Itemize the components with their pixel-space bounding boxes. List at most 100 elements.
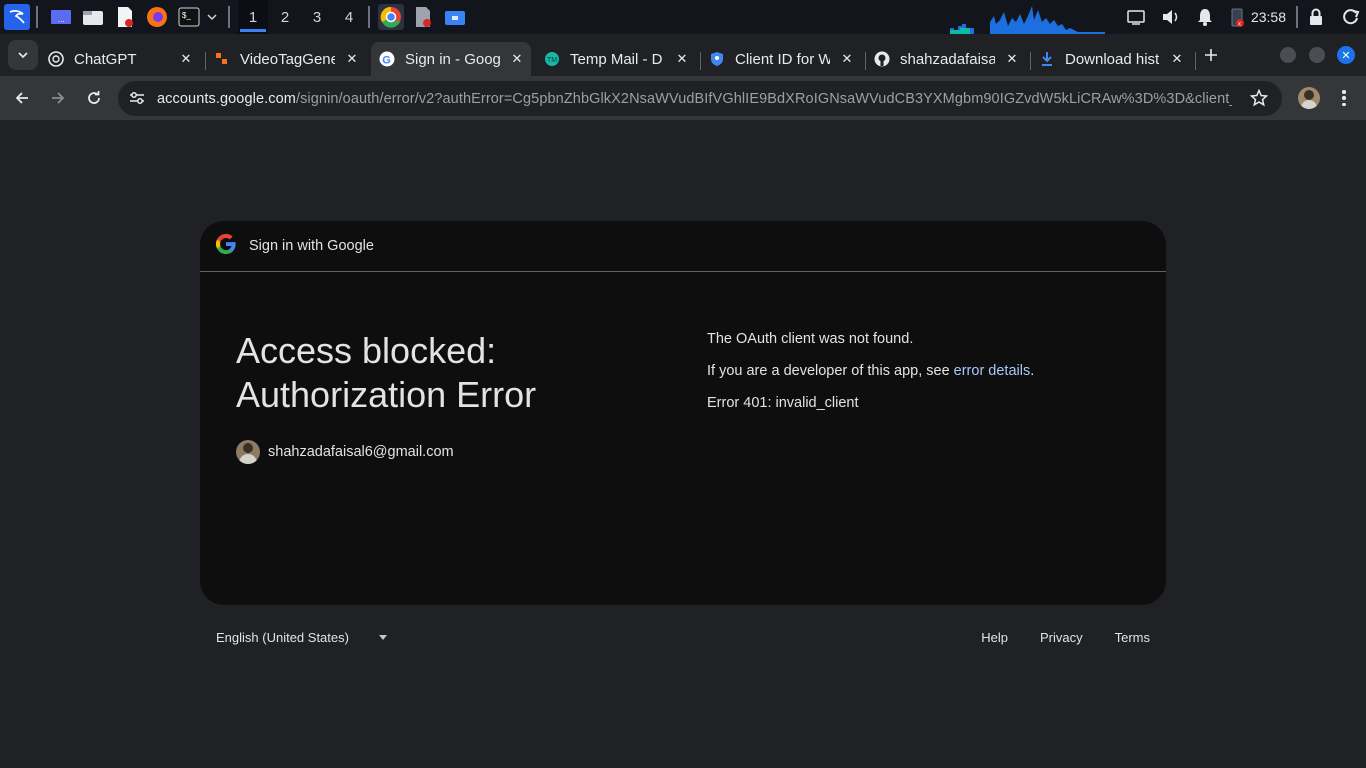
account-chip[interactable]: shahzadafaisal6@gmail.com	[236, 440, 454, 464]
tempmail-icon: TM	[544, 51, 560, 67]
battery-icon[interactable]: x	[1229, 6, 1245, 28]
close-icon[interactable]: ✕	[1002, 49, 1022, 69]
profile-avatar[interactable]	[1298, 87, 1320, 109]
tab-sign-in-google[interactable]: G Sign in - Goog ✕	[371, 42, 531, 76]
error-details-link[interactable]: error details	[954, 363, 1031, 379]
svg-text:TM: TM	[547, 57, 557, 64]
tab-client-id[interactable]: Client ID for W ✕	[701, 42, 861, 76]
url-host: accounts.google.com	[157, 90, 296, 107]
tab-label: ChatGPT	[74, 50, 137, 68]
reload-icon	[88, 91, 100, 104]
svg-text:x: x	[1238, 22, 1241, 28]
url-text[interactable]: accounts.google.com/signin/oauth/error/v…	[157, 91, 1232, 107]
caret-down-icon	[378, 634, 387, 640]
firefox-icon[interactable]	[144, 4, 170, 30]
tab-videotaggene[interactable]: VideoTagGene ✕	[206, 42, 366, 76]
close-icon[interactable]: ✕	[672, 49, 692, 69]
os-taskbar: ... $_ 1 2 3 4 x 23:58	[0, 0, 1366, 34]
tab-label: Temp Mail - D	[570, 50, 663, 68]
file-manager-icon[interactable]	[80, 4, 106, 30]
svg-text:G: G	[382, 55, 391, 67]
menu-kebab-icon[interactable]	[1336, 88, 1352, 108]
new-tab-button[interactable]	[1200, 44, 1222, 66]
minimize-button[interactable]	[1280, 47, 1296, 63]
volume-icon[interactable]	[1161, 8, 1181, 26]
chrome-icon[interactable]	[378, 4, 404, 30]
document-viewer-icon[interactable]	[410, 4, 436, 30]
reload-button[interactable]	[78, 82, 110, 114]
page-footer: English (United States) Help Privacy Ter…	[200, 620, 1166, 654]
show-desktop-icon[interactable]: ...	[48, 4, 74, 30]
title-line-1: Access blocked:	[236, 330, 497, 371]
address-bar[interactable]: accounts.google.com/signin/oauth/error/v…	[118, 81, 1282, 116]
tab-label: Sign in - Goog	[405, 50, 500, 68]
text-editor-icon[interactable]	[112, 4, 138, 30]
message-prefix: If you are a developer of this app, see	[707, 363, 954, 379]
language-label: English (United States)	[216, 629, 349, 645]
folder-app-icon[interactable]	[442, 4, 468, 30]
message-suffix: .	[1030, 363, 1035, 379]
chatgpt-icon	[48, 51, 64, 67]
close-icon[interactable]: ✕	[342, 49, 362, 69]
workspace-1[interactable]: 1	[238, 0, 268, 34]
screen-icon[interactable]	[1127, 9, 1145, 25]
forward-button[interactable]	[42, 82, 74, 114]
language-selector[interactable]: English (United States)	[216, 630, 387, 645]
tab-temp-mail[interactable]: TM Temp Mail - D ✕	[536, 42, 696, 76]
terminal-icon[interactable]: $_	[176, 4, 202, 30]
avatar	[236, 440, 260, 464]
shield-icon	[709, 51, 725, 67]
signin-error-card: Sign in with Google Access blocked: Auth…	[200, 221, 1166, 605]
arrow-right-icon	[52, 92, 65, 104]
google-icon: G	[379, 51, 395, 67]
error-message-2: If you are a developer of this app, see …	[707, 363, 1034, 379]
close-window-button[interactable]: ✕	[1337, 46, 1355, 64]
error-message-1: The OAuth client was not found.	[707, 331, 914, 347]
page-title: Access blocked: Authorization Error	[236, 329, 536, 417]
svg-text:$_: $_	[182, 11, 191, 20]
network-activity-graph	[950, 6, 1105, 34]
logout-icon[interactable]	[1342, 8, 1360, 26]
url-path: /signin/oauth/error/v2?authError=Cg5pbnZ…	[295, 90, 1232, 107]
bookmark-star-icon[interactable]	[1249, 88, 1269, 112]
svg-text:...: ...	[58, 15, 65, 24]
close-icon[interactable]: ✕	[1167, 49, 1187, 69]
close-icon[interactable]: ✕	[176, 49, 196, 69]
kali-menu-icon[interactable]	[4, 4, 30, 30]
workspace-4[interactable]: 4	[334, 0, 364, 34]
download-icon	[1039, 51, 1055, 67]
privacy-link[interactable]: Privacy	[1040, 630, 1083, 645]
browser-tabstrip: ChatGPT ✕ VideoTagGene ✕ G Sign in - Goo…	[0, 34, 1366, 76]
plus-icon	[1205, 49, 1217, 61]
notification-bell-icon[interactable]	[1197, 8, 1213, 26]
tab-label: VideoTagGene	[240, 50, 335, 68]
site-info-icon[interactable]	[128, 90, 146, 111]
chevron-down-icon[interactable]	[204, 4, 220, 30]
card-header: Sign in with Google	[200, 221, 1166, 272]
tab-github[interactable]: shahzadafaisa ✕	[866, 42, 1026, 76]
google-logo-icon	[215, 233, 237, 260]
videotag-icon	[214, 51, 230, 67]
workspace-3[interactable]: 3	[302, 0, 332, 34]
tab-label: Client ID for W	[735, 50, 830, 68]
tab-download-history[interactable]: Download hist ✕	[1031, 42, 1191, 76]
back-button[interactable]	[6, 82, 38, 114]
tab-chatgpt[interactable]: ChatGPT ✕	[40, 42, 200, 76]
clock[interactable]: 23:58	[1251, 9, 1286, 25]
arrow-left-icon	[15, 92, 28, 104]
tab-label: shahzadafaisa	[900, 50, 995, 68]
lock-icon[interactable]	[1308, 8, 1324, 26]
close-icon[interactable]: ✕	[507, 49, 527, 69]
terms-link[interactable]: Terms	[1115, 630, 1150, 645]
help-link[interactable]: Help	[981, 630, 1008, 645]
error-code: Error 401: invalid_client	[707, 395, 859, 411]
account-email: shahzadafaisal6@gmail.com	[268, 444, 454, 460]
github-icon	[874, 51, 890, 67]
maximize-button[interactable]	[1309, 47, 1325, 63]
workspace-2[interactable]: 2	[270, 0, 300, 34]
tab-label: Download hist	[1065, 50, 1160, 68]
card-header-label: Sign in with Google	[249, 238, 374, 254]
tab-search-chevron-icon[interactable]	[8, 40, 38, 70]
close-icon[interactable]: ✕	[837, 49, 857, 69]
browser-toolbar: accounts.google.com/signin/oauth/error/v…	[0, 76, 1366, 121]
